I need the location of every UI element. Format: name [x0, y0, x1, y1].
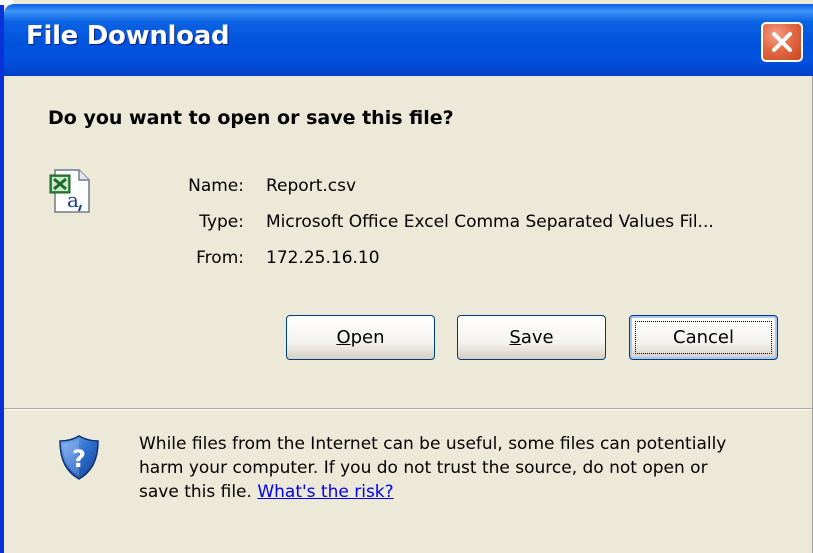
close-icon	[772, 32, 792, 52]
focus-ring	[635, 321, 772, 354]
security-warning: While files from the Internet can be use…	[139, 432, 799, 504]
file-name: Report.csv	[266, 176, 357, 196]
save-label: ave	[520, 327, 554, 348]
file-type: Microsoft Office Excel Comma Separated V…	[266, 212, 714, 232]
file-download-dialog: File Download Do you want to open or sav…	[0, 0, 813, 553]
dialog-body: Do you want to open or save this file? a…	[4, 76, 813, 553]
title-bar[interactable]: File Download	[4, 4, 813, 76]
warning-line-1: While files from the Internet can be use…	[139, 434, 727, 454]
cancel-button[interactable]: Cancel	[629, 315, 778, 360]
warning-line-2: harm your computer. If you do not trust …	[139, 458, 708, 478]
type-label: Type:	[199, 212, 244, 232]
svg-text:?: ?	[72, 445, 86, 473]
security-shield-icon: ?	[59, 435, 99, 480]
whats-the-risk-link[interactable]: What's the risk?	[257, 482, 393, 502]
warning-line-3-text: save this file.	[139, 482, 258, 502]
window-title: File Download	[26, 21, 230, 51]
svg-text:a: a	[67, 188, 79, 212]
file-source: 172.25.16.10	[266, 248, 380, 268]
separator	[4, 408, 812, 410]
close-button[interactable]	[761, 22, 803, 62]
open-label: pen	[350, 327, 385, 348]
name-label: Name:	[188, 176, 244, 196]
from-label: From:	[196, 248, 244, 268]
excel-csv-file-icon: a	[49, 169, 90, 213]
save-button[interactable]: Save	[457, 315, 606, 360]
save-hotkey: S	[509, 327, 521, 348]
dialog-question: Do you want to open or save this file?	[48, 107, 454, 129]
open-hotkey: O	[336, 327, 351, 348]
warning-line-3: save this file. What's the risk?	[139, 480, 799, 504]
open-button[interactable]: Open	[286, 315, 435, 360]
